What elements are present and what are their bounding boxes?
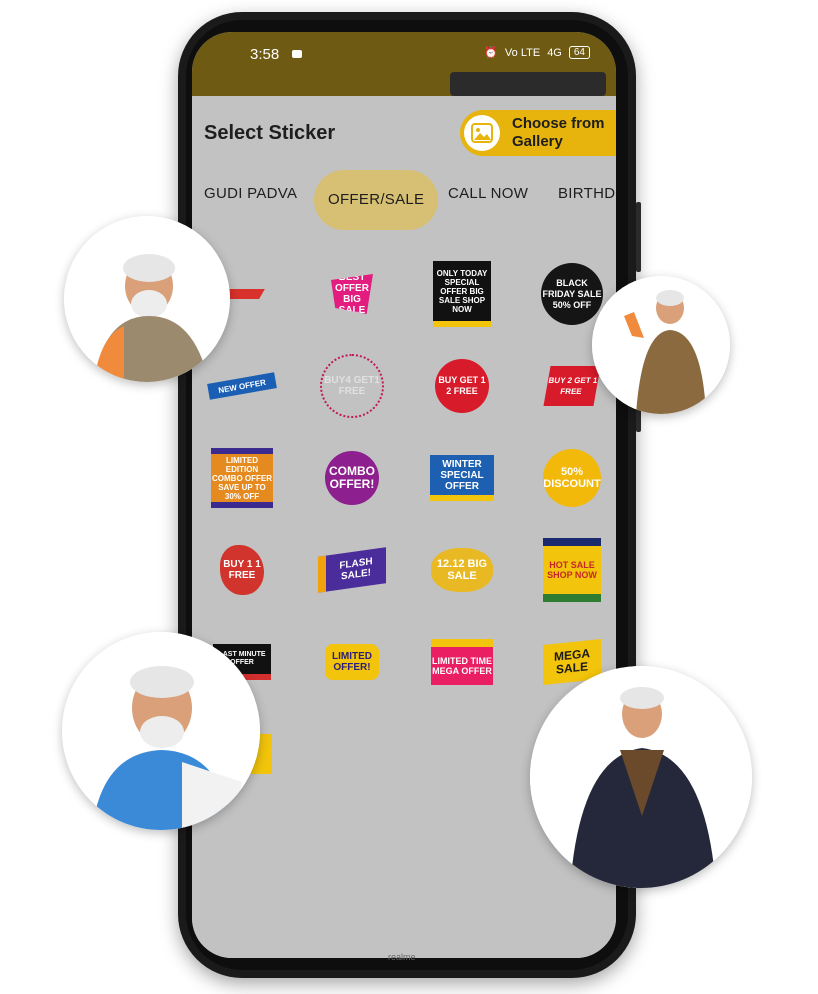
gallery-button-label: Choose from Gallery (512, 115, 605, 150)
battery-icon: 64 (568, 46, 590, 59)
fifty-percent-discount-sticker: 50% DISCOUNT (543, 449, 601, 507)
person-photo-3 (62, 632, 260, 830)
signal-icon: 4G (547, 46, 562, 59)
buy-4-get-1-free-sticker: BUY4 GET1 FREE (320, 354, 384, 418)
choose-from-gallery-button[interactable]: Choose from Gallery (460, 110, 616, 156)
category-tabs: GUDI PADVA OFFER/SALE CALL NOW BIRTHD (192, 170, 616, 230)
tab-call-now[interactable]: CALL NOW (448, 185, 528, 202)
sticker-cell[interactable]: LIMITED EDITION COMBO OFFER SAVE UP TO 3… (202, 438, 282, 518)
sticker-cell[interactable]: ONLY TODAY SPECIAL OFFER BIG SALE SHOP N… (422, 254, 502, 334)
gallery-icon (464, 115, 500, 151)
limited-offer-sticker: LIMITED OFFER! (325, 644, 379, 680)
sticker-cell[interactable]: BUY4 GET1 FREE (312, 346, 392, 426)
combo-offer-sticker: COMBO OFFER! (325, 451, 379, 505)
big-sale-sticker: BEST OFFER BIG SALE (331, 274, 373, 314)
special-offer-big-sale-sticker: ONLY TODAY SPECIAL OFFER BIG SALE SHOP N… (433, 261, 491, 327)
sticker-cell[interactable]: LIMITED TIME MEGA OFFER (422, 622, 502, 702)
tab-gudi-padva[interactable]: GUDI PADVA (204, 185, 297, 202)
sticker-cell[interactable]: 12.12 BIG SALE (422, 530, 502, 610)
person-photo-4 (530, 666, 752, 888)
tab-offer-sale[interactable]: OFFER/SALE (314, 170, 439, 230)
winter-special-offer-sticker: WINTER SPECIAL OFFER (430, 455, 494, 501)
tab-birthday[interactable]: BIRTHD (558, 185, 615, 202)
black-friday-sale-sticker: BLACK FRIDAY SALE 50% OFF (541, 263, 603, 325)
big-sale-1212-sticker: 12.12 BIG SALE (431, 548, 493, 592)
sticker-cell[interactable]: BUY 1 1 FREE (202, 530, 282, 610)
status-bar: 3:58 ⏰ Vo LTE 4G 64 (192, 32, 616, 96)
sticker-cell[interactable]: FLASH SALE! (312, 530, 392, 610)
sticker-cell[interactable]: WINTER SPECIAL OFFER (422, 438, 502, 518)
sticker-cell[interactable]: COMBO OFFER! (312, 438, 392, 518)
status-time: 3:58 (250, 46, 280, 63)
buy-1-get-1-free-sticker: BUY 1 1 FREE (220, 545, 264, 595)
hot-sale-shop-now-sticker: HOT SALE SHOP NOW (543, 538, 601, 602)
person-photo-1 (64, 216, 230, 382)
flash-sale-sticker: FLASH SALE! (318, 547, 386, 593)
status-icons: ⏰ Vo LTE 4G 64 (484, 46, 590, 59)
alarm-icon: ⏰ (484, 47, 498, 59)
volume-button (636, 202, 641, 272)
buy-2-get-1-free-sticker: BUY 2 GET 1 FREE (543, 366, 601, 406)
sticker-cell[interactable]: LIMITED OFFER! (312, 622, 392, 702)
sticker-cell[interactable]: BUY GET 1 2 FREE (422, 346, 502, 426)
volte-icon: Vo LTE (504, 46, 541, 59)
sheet-title: Select Sticker (204, 122, 336, 144)
combo-offer-limited-sticker: LIMITED EDITION COMBO OFFER SAVE UP TO 3… (211, 448, 273, 508)
sticker-cell[interactable]: NEW OFFER (202, 346, 282, 426)
new-offer-ribbon-sticker: NEW OFFER (207, 372, 277, 400)
sticker-cell[interactable]: HOT SALE SHOP NOW (532, 530, 612, 610)
person-photo-2 (592, 276, 730, 414)
screen-record-icon (292, 50, 302, 58)
buy-1-get-2-free-sticker: BUY GET 1 2 FREE (435, 359, 489, 413)
sticker-cell[interactable]: BEST OFFER BIG SALE (312, 254, 392, 334)
app-bar-button[interactable] (450, 72, 606, 96)
mega-offer-sticker: LIMITED TIME MEGA OFFER (431, 639, 493, 685)
sticker-cell[interactable]: 50% DISCOUNT (532, 438, 612, 518)
device-brand-logo: realme (388, 952, 416, 962)
